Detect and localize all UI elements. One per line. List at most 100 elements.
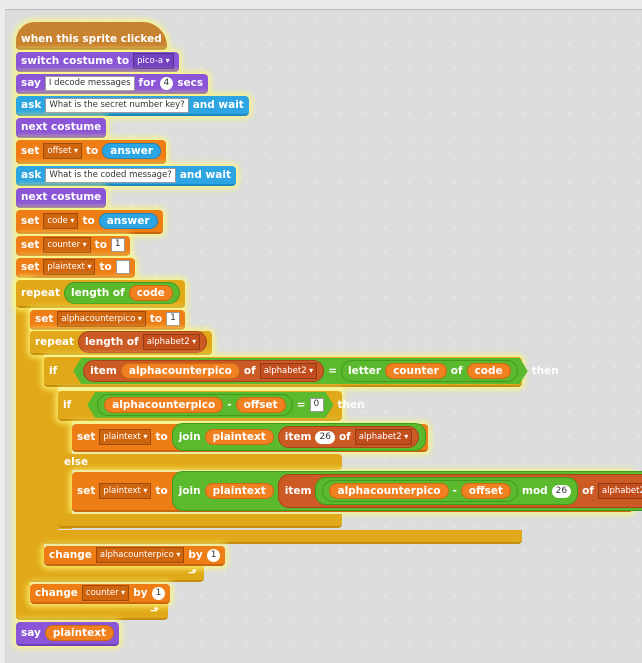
set-offset-block[interactable]: set offset to answer xyxy=(16,140,167,164)
block-label: and wait xyxy=(192,99,244,111)
mod-reporter[interactable]: alphacounterpico - offset mod 26 xyxy=(315,477,579,505)
code-reporter[interactable]: code xyxy=(128,285,173,301)
block-label: set xyxy=(77,431,96,443)
block-label: to xyxy=(99,261,112,273)
join-reporter[interactable]: join plaintext item 26 of alphabet2 xyxy=(171,423,427,451)
length-of-list-reporter[interactable]: length of alphabet2 xyxy=(78,331,208,353)
repeat-inner-foot xyxy=(30,566,204,582)
plaintext-reporter[interactable]: plaintext xyxy=(44,625,115,641)
ask-and-wait-block[interactable]: ask What is the secret number key? and w… xyxy=(16,96,249,116)
block-label: of xyxy=(582,485,594,497)
block-label: by xyxy=(188,549,203,561)
else-bar: else xyxy=(58,454,342,470)
alphacounterpico-reporter[interactable]: alphacounterpico xyxy=(104,397,223,413)
code-reporter[interactable]: code xyxy=(467,363,511,379)
value-input[interactable]: 0 xyxy=(310,398,324,412)
item-of-list-reporter[interactable]: item alphacounterpico of alphabet2 xyxy=(83,360,324,382)
value-input[interactable]: 1 xyxy=(110,238,125,252)
when-sprite-clicked-hat-block[interactable]: when this sprite clicked xyxy=(16,22,167,50)
offset-reporter[interactable]: offset xyxy=(236,397,286,413)
repeat-outer-arm xyxy=(16,280,30,620)
block-label: set xyxy=(21,145,40,157)
offset-reporter[interactable]: offset xyxy=(460,483,511,499)
say-block[interactable]: say plaintext xyxy=(16,622,120,646)
switch-costume-block[interactable]: switch costume to pico-a xyxy=(16,52,179,72)
question-input[interactable]: What is the coded message? xyxy=(45,167,176,183)
variable-dropdown[interactable]: counter xyxy=(43,237,91,253)
join-reporter[interactable]: join plaintext item alphacounterpico - o… xyxy=(171,471,642,511)
block-label: change xyxy=(35,587,78,599)
counter-reporter[interactable]: counter xyxy=(385,363,447,379)
variable-dropdown[interactable]: plaintext xyxy=(99,483,152,499)
set-counter-block[interactable]: set counter to 1 xyxy=(16,236,130,256)
variable-dropdown[interactable]: counter xyxy=(81,585,130,601)
length-of-reporter[interactable]: length of code xyxy=(64,282,180,304)
variable-dropdown[interactable]: code xyxy=(43,213,79,229)
set-plaintext-block[interactable]: set plaintext to xyxy=(16,258,135,278)
subtract-reporter[interactable]: alphacounterpico - offset xyxy=(322,480,518,502)
block-label: to xyxy=(94,239,107,251)
value-input[interactable]: 1 xyxy=(206,548,221,562)
if-else-block[interactable]: if alphacounterpico - offset = 0 then xyxy=(58,391,365,421)
change-counter-block[interactable]: change counter by 1 xyxy=(30,584,171,604)
variable-dropdown[interactable]: alphacounterpico xyxy=(57,311,146,327)
block-label: ask xyxy=(21,99,42,111)
question-input[interactable]: What is the secret number key? xyxy=(45,97,189,113)
variable-dropdown[interactable]: plaintext xyxy=(43,259,96,275)
costume-dropdown[interactable]: pico-a xyxy=(133,53,174,69)
set-plaintext-block[interactable]: set plaintext to join plaintext item alp… xyxy=(72,471,642,512)
repeat-inner-block[interactable]: repeat length of alphabet2 xyxy=(30,331,213,355)
item-of-list-reporter[interactable]: item 26 of alphabet2 xyxy=(277,426,420,448)
alphacounterpico-reporter[interactable]: alphacounterpico xyxy=(121,363,240,379)
variable-dropdown[interactable]: offset xyxy=(43,143,83,159)
block-label: join xyxy=(178,431,201,443)
next-costume-block[interactable]: next costume xyxy=(16,188,107,208)
change-alphacounterpico-block[interactable]: change alphacounterpico by 1 xyxy=(44,546,226,566)
block-label: of xyxy=(338,431,351,443)
repeat-outer-block[interactable]: repeat length of code xyxy=(16,280,185,308)
secs-input[interactable]: 4 xyxy=(159,76,174,90)
else-label: else xyxy=(64,456,89,468)
variable-dropdown[interactable]: alphacounterpico xyxy=(95,547,185,563)
list-dropdown[interactable]: alphabet2 xyxy=(260,363,318,379)
index-dropdown[interactable]: 26 xyxy=(315,430,335,444)
block-label: by xyxy=(133,587,148,599)
block-label: if xyxy=(63,399,72,411)
variable-dropdown[interactable]: plaintext xyxy=(99,429,152,445)
mod-value-input[interactable]: 26 xyxy=(551,484,572,498)
set-plaintext-block[interactable]: set plaintext to join plaintext item 26 … xyxy=(72,423,428,452)
subtract-reporter[interactable]: alphacounterpico - offset xyxy=(97,394,293,416)
value-input[interactable]: 1 xyxy=(166,312,181,326)
block-label: next costume xyxy=(21,191,102,203)
repeat-outer-foot xyxy=(16,604,168,620)
plaintext-reporter[interactable]: plaintext xyxy=(204,483,274,499)
answer-reporter[interactable]: answer xyxy=(102,143,162,159)
block-label: to xyxy=(155,485,168,497)
block-label: to xyxy=(155,431,168,443)
if-block[interactable]: if item alphacounterpico of alphabet2 = … xyxy=(44,357,559,387)
say-for-secs-block[interactable]: say I decode messages for 4 secs xyxy=(16,74,209,94)
list-dropdown[interactable]: alphabet2 xyxy=(142,334,201,350)
list-dropdown[interactable]: alphabet2 xyxy=(354,429,413,445)
next-costume-block[interactable]: next costume xyxy=(16,118,107,138)
block-label: length of xyxy=(71,287,125,299)
message-input[interactable]: I decode messages xyxy=(44,75,135,91)
minus-sign: - xyxy=(227,399,232,411)
loop-arrow-icon: ⬏ xyxy=(150,604,160,617)
letter-of-reporter[interactable]: letter counter of code xyxy=(341,360,518,382)
equals-predicate[interactable]: item alphacounterpico of alphabet2 = let… xyxy=(73,358,527,384)
list-dropdown[interactable]: alphabet2 xyxy=(597,483,642,499)
set-code-block[interactable]: set code to answer xyxy=(16,210,163,234)
value-input[interactable] xyxy=(115,260,130,274)
block-label: change xyxy=(49,549,92,561)
equals-predicate[interactable]: alphacounterpico - offset = 0 xyxy=(87,392,333,418)
block-label: ask xyxy=(21,169,42,181)
set-alphacounterpico-block[interactable]: set alphacounterpico to 1 xyxy=(30,310,186,330)
value-input[interactable]: 1 xyxy=(151,586,166,600)
plaintext-reporter[interactable]: plaintext xyxy=(204,429,274,445)
ask-and-wait-block[interactable]: ask What is the coded message? and wait xyxy=(16,166,236,186)
alphacounterpico-reporter[interactable]: alphacounterpico xyxy=(329,483,449,499)
item-of-list-reporter[interactable]: item alphacounterpico - offset mod 26 of… xyxy=(277,474,642,508)
loop-arrow-icon: ⬏ xyxy=(188,566,198,579)
answer-reporter[interactable]: answer xyxy=(98,213,158,229)
